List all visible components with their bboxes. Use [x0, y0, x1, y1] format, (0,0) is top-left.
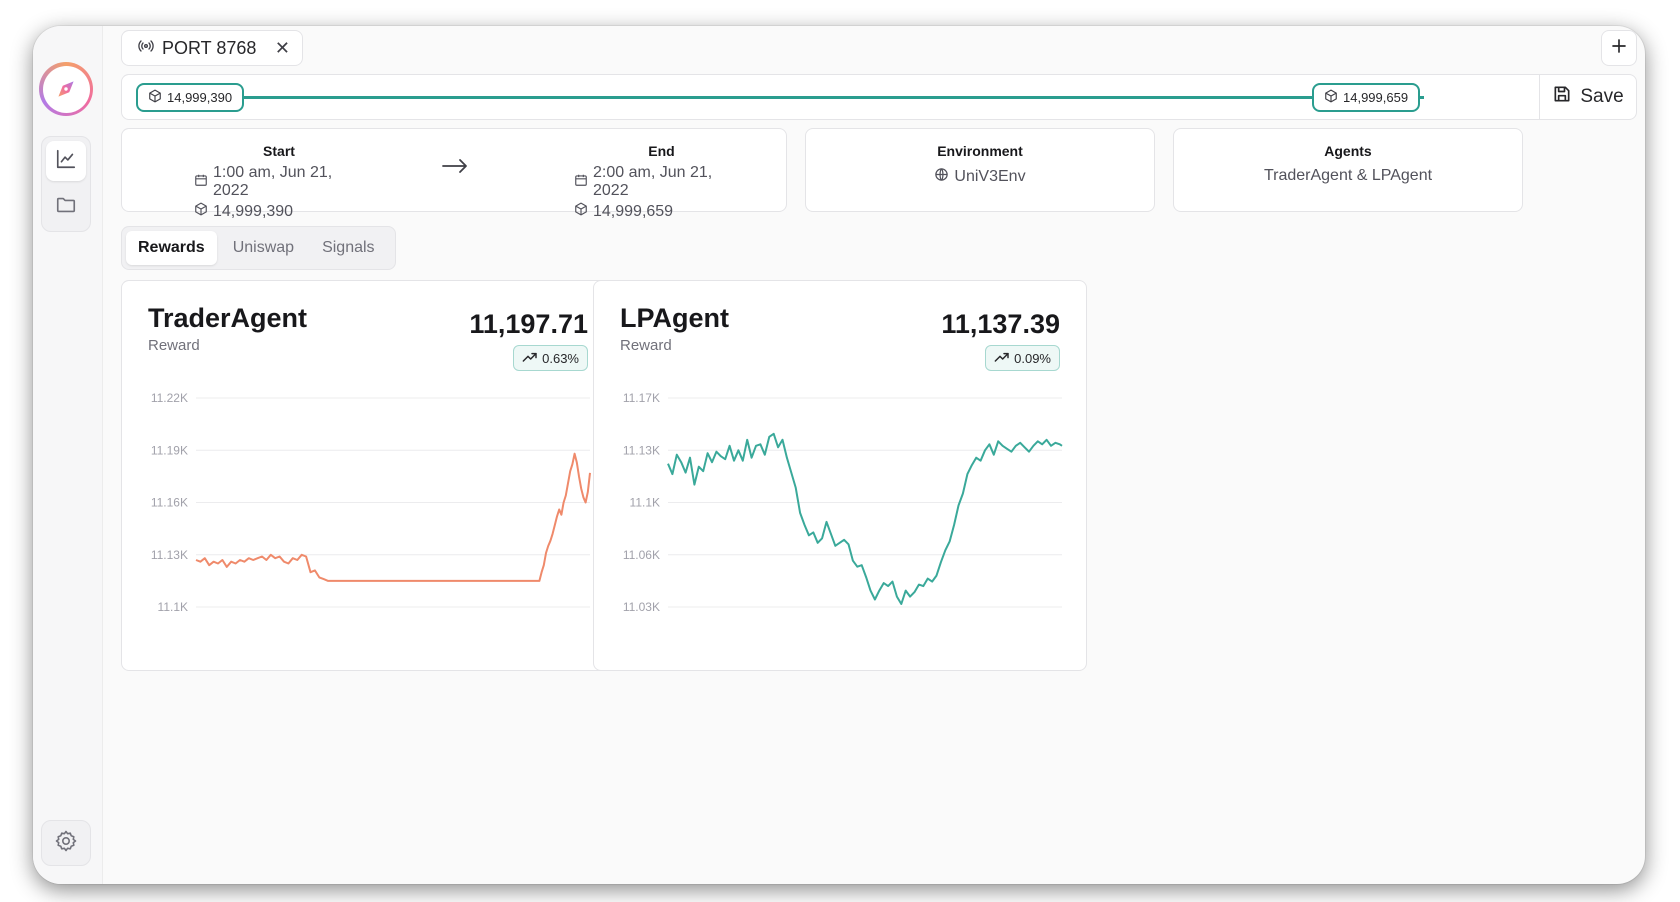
view-tabs: Rewards Uniswap Signals	[121, 226, 396, 270]
y-tick-label: 11.06K	[623, 548, 660, 562]
save-button[interactable]: Save	[1540, 75, 1636, 119]
compass-icon	[42, 65, 90, 113]
environment-title: Environment	[937, 143, 1023, 159]
cube-icon	[1324, 89, 1338, 106]
save-label: Save	[1580, 86, 1624, 107]
reward-series-line[interactable]	[667, 432, 1063, 605]
app-window: PORT 8768 ✕ 14,999,390 14,999,659 Save S…	[33, 26, 1645, 884]
start-block-row: 14,999,390	[194, 202, 364, 221]
start-time-row: 1:00 am, Jun 21, 2022	[194, 164, 364, 200]
nav-group	[41, 136, 91, 232]
end-time-row: 2:00 am, Jun 21, 2022	[574, 164, 749, 200]
range-start-value: 14,999,390	[167, 90, 233, 105]
nav-charts[interactable]	[46, 141, 86, 181]
y-tick-label: 11.13K	[623, 443, 660, 457]
end-block: 14,999,659	[593, 202, 674, 220]
calendar-icon	[574, 173, 588, 192]
agents-row: TraderAgent & LPAgent	[1174, 167, 1522, 185]
start-block: 14,999,390	[213, 202, 294, 220]
period-card: Start 1:00 am, Jun 21, 2022 14,999,390 E…	[121, 128, 787, 220]
y-tick-label: 11.19K	[151, 443, 188, 457]
tab-signals[interactable]: Signals	[310, 231, 386, 265]
reward-chart: 11.22K 11.19K 11.16K 11.13K 11.1K	[151, 391, 591, 614]
tab-rewards[interactable]: Rewards	[126, 231, 217, 265]
y-tick-label: 11.22K	[151, 391, 188, 405]
y-tick-label: 11.1K	[630, 496, 660, 510]
y-tick-label: 11.1K	[158, 600, 188, 614]
environment-value: UniV3Env	[954, 168, 1026, 185]
reward-series-line[interactable]	[195, 452, 591, 582]
start-time: 1:00 am, Jun 21, 2022	[213, 164, 333, 199]
block-range-bar: 14,999,390 14,999,659 Save	[121, 74, 1637, 120]
agents-card: Agents TraderAgent & LPAgent	[1173, 128, 1523, 212]
reward-chart: 11.17K 11.13K 11.1K 11.06K 11.03K	[623, 391, 1063, 614]
close-icon[interactable]: ✕	[275, 38, 290, 59]
arrow-right-icon	[442, 157, 468, 180]
tab-port-label: PORT 8768	[162, 37, 257, 58]
sidebar	[33, 26, 103, 884]
nav-files[interactable]	[46, 187, 86, 227]
app-logo[interactable]	[39, 62, 93, 116]
cube-icon	[148, 89, 162, 106]
agents-title: Agents	[1324, 143, 1372, 159]
save-icon	[1552, 84, 1572, 110]
broadcast-icon	[138, 38, 154, 59]
y-tick-label: 11.13K	[151, 548, 188, 562]
start-block-info: Start 1:00 am, Jun 21, 2022 14,999,390	[194, 143, 364, 221]
environment-row: UniV3Env	[806, 167, 1154, 187]
end-block-info: End 2:00 am, Jun 21, 2022 14,999,659	[574, 143, 749, 221]
gear-icon	[54, 829, 78, 858]
y-tick-label: 11.16K	[151, 496, 188, 510]
tab-port[interactable]: PORT 8768 ✕	[121, 30, 303, 66]
calendar-icon	[194, 173, 208, 192]
add-tab-button[interactable]	[1601, 30, 1637, 66]
settings-button[interactable]	[41, 820, 91, 866]
range-end-value: 14,999,659	[1343, 90, 1409, 105]
globe-icon	[934, 167, 949, 187]
reward-card-lp: LPAgent Reward 11,137.39 0.09% 11.17K 11.…	[593, 280, 1087, 671]
end-block-row: 14,999,659	[574, 202, 749, 221]
start-title: Start	[263, 143, 295, 159]
line-chart-icon	[55, 148, 77, 175]
plus-icon	[1610, 37, 1628, 60]
reward-card-trader: TraderAgent Reward 11,197.71 0.63% 11.22…	[121, 280, 615, 671]
tab-uniswap[interactable]: Uniswap	[221, 231, 306, 265]
cube-icon	[574, 202, 588, 221]
end-time: 2:00 am, Jun 21, 2022	[593, 164, 713, 199]
environment-card: Environment UniV3Env	[805, 128, 1155, 212]
y-tick-label: 11.03K	[623, 600, 660, 614]
y-tick-label: 11.17K	[623, 391, 660, 405]
range-start-handle[interactable]: 14,999,390	[136, 83, 245, 112]
range-end-handle[interactable]: 14,999,659	[1312, 83, 1421, 112]
range-track[interactable]	[242, 96, 1424, 99]
folder-icon	[55, 194, 77, 221]
end-title: End	[648, 143, 675, 159]
cube-icon	[194, 202, 208, 221]
agents-value: TraderAgent & LPAgent	[1263, 167, 1433, 184]
